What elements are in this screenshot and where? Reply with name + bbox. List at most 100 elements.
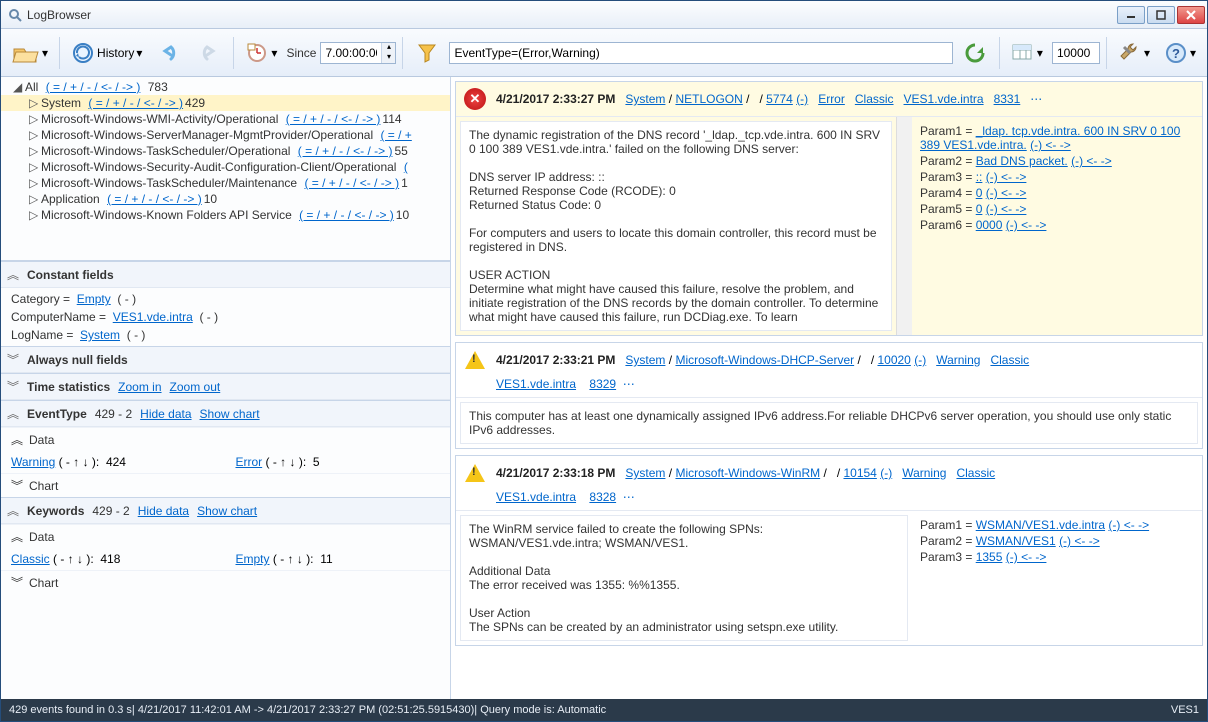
param-value[interactable]: 0000 [976,218,1003,232]
tree[interactable]: ◢ All ( = / + / - / <- / -> ) 783 ▷ Syst… [1,77,450,261]
event-card[interactable]: 4/21/2017 2:33:21 PMSystem / Microsoft-W… [455,342,1203,449]
param-ops[interactable]: (-) <- -> [1108,518,1149,532]
event-record[interactable]: 8329 [589,377,616,391]
param-ops[interactable]: (-) <- -> [1006,550,1047,564]
param-value[interactable]: 0 [976,202,983,216]
error-link[interactable]: Error [236,455,263,469]
event-level[interactable]: Warning [902,466,946,480]
tree-item[interactable]: ▷ Microsoft-Windows-Security-Audit-Confi… [1,159,450,175]
event-level[interactable]: Warning [936,353,980,367]
tree-ops[interactable]: ( = / + / - / <- / -> ) [304,176,399,190]
event-id[interactable]: 5774 [766,92,793,106]
event-computer[interactable]: VES1.vde.intra [496,377,576,391]
event-source[interactable]: System [625,92,665,106]
warning-link[interactable]: Warning [11,455,55,469]
param-ops[interactable]: (-) <- -> [1059,534,1100,548]
panel-header[interactable]: ︾Always null fields [1,347,450,373]
tree-item[interactable]: ▷ Microsoft-Windows-TaskScheduler/Operat… [1,143,450,159]
event-id-ops[interactable]: (-) [796,92,808,106]
time-range-button[interactable]: ▾ [240,35,282,71]
close-button[interactable] [1177,6,1205,24]
open-button[interactable]: ▾ [7,35,53,71]
param-value[interactable]: 1355 [976,550,1003,564]
show-chart-link[interactable]: Show chart [197,504,257,518]
event-provider[interactable]: Microsoft-Windows-DHCP-Server [675,353,854,367]
tree-item[interactable]: ▷ Application ( = / + / - / <- / -> ) 10 [1,191,450,207]
param-ops[interactable]: (-) <- -> [1030,138,1071,152]
event-id-ops[interactable]: (-) [914,353,926,367]
param-value[interactable]: 0 [976,186,983,200]
param-ops[interactable]: (-) <- -> [986,186,1027,200]
scrollbar[interactable] [896,117,912,335]
param-ops[interactable]: (-) <- -> [1006,218,1047,232]
category-value[interactable]: Empty [77,292,111,306]
event-keyword[interactable]: Classic [956,466,995,480]
tree-item[interactable]: ▷ Microsoft-Windows-TaskScheduler/Mainte… [1,175,450,191]
param-ops[interactable]: (-) <- -> [1071,154,1112,168]
redo-button[interactable] [191,35,227,71]
event-provider[interactable]: NETLOGON [675,92,742,106]
event-keyword[interactable]: Classic [990,353,1029,367]
logname-value[interactable]: System [80,328,120,342]
tree-item[interactable]: ▷ Microsoft-Windows-ServerManager-MgmtPr… [1,127,450,143]
tree-ops[interactable]: ( = / + / - / <- / -> ) [286,112,381,126]
param-value[interactable]: Bad DNS packet. [976,154,1068,168]
refresh-button[interactable] [957,35,993,71]
event-record[interactable]: 8331 [994,92,1021,106]
panel-header[interactable]: ︽ EventType 429 - 2 Hide data Show chart [1,401,450,427]
param-value[interactable]: WSMAN/VES1.vde.intra [976,518,1105,532]
empty-link[interactable]: Empty [236,552,270,566]
event-id[interactable]: 10154 [843,466,876,480]
filter-input[interactable] [449,42,952,64]
event-source[interactable]: System [625,466,665,480]
show-chart-link[interactable]: Show chart [200,407,260,421]
tree-root[interactable]: ◢ All ( = / + / - / <- / -> ) 783 [1,79,450,95]
history-button[interactable]: History ▾ [66,35,147,71]
filter-button[interactable] [409,35,445,71]
event-id[interactable]: 10020 [877,353,910,367]
event-provider[interactable]: Microsoft-Windows-WinRM [675,466,820,480]
tree-item[interactable]: ▷ System ( = / + / - / <- / -> ) 429 [1,95,450,111]
spin-up-icon[interactable]: ▴ [381,43,395,53]
columns-button[interactable]: ▾ [1006,35,1048,71]
panel-header[interactable]: ︽ Keywords 429 - 2 Hide data Show chart [1,498,450,524]
maximize-button[interactable] [1147,6,1175,24]
param-ops[interactable]: (-) <- -> [986,202,1027,216]
computer-value[interactable]: VES1.vde.intra [113,310,193,324]
help-button[interactable]: ? ▾ [1159,35,1201,71]
more-icon[interactable]: ⋯ [623,490,636,504]
minimize-button[interactable] [1117,6,1145,24]
param-ops[interactable]: (-) <- -> [986,170,1027,184]
event-keyword[interactable]: Classic [855,92,894,106]
tools-button[interactable]: ▾ [1113,35,1155,71]
event-level[interactable]: Error [818,92,845,106]
undo-button[interactable] [151,35,187,71]
panel-header[interactable]: ︽Constant fields [1,262,450,288]
tree-ops[interactable]: ( = / + / - / <- / -> ) [299,208,394,222]
event-record[interactable]: 8328 [589,490,616,504]
event-list[interactable]: ✕4/21/2017 2:33:27 PMSystem / NETLOGON /… [451,77,1207,699]
event-card[interactable]: 4/21/2017 2:33:18 PMSystem / Microsoft-W… [455,455,1203,646]
tree-item[interactable]: ▷ Microsoft-Windows-Known Folders API Se… [1,207,450,223]
event-id-ops[interactable]: (-) [880,466,892,480]
tree-ops[interactable]: ( = / + / - / <- / -> ) [298,144,393,158]
spin-down-icon[interactable]: ▾ [381,53,395,63]
tree-ops[interactable]: ( = / + / - / <- / -> ) [88,96,183,110]
param-value[interactable]: WSMAN/VES1 [976,534,1056,548]
event-source[interactable]: System [625,353,665,367]
classic-link[interactable]: Classic [11,552,50,566]
hide-data-link[interactable]: Hide data [140,407,191,421]
hide-data-link[interactable]: Hide data [138,504,189,518]
panel-header[interactable]: ︾Time statistics Zoom in Zoom out [1,374,450,400]
since-input[interactable] [321,43,381,63]
zoom-in-link[interactable]: Zoom in [118,380,161,394]
tree-ops[interactable]: ( = / + / - / <- / -> ) [107,192,202,206]
tree-item[interactable]: ▷ Microsoft-Windows-WMI-Activity/Operati… [1,111,450,127]
zoom-out-link[interactable]: Zoom out [170,380,221,394]
event-card[interactable]: ✕4/21/2017 2:33:27 PMSystem / NETLOGON /… [455,81,1203,336]
tree-ops[interactable]: ( = / + [380,128,411,142]
param-value[interactable]: :: [976,170,983,184]
more-icon[interactable]: ⋯ [623,377,636,391]
event-computer[interactable]: VES1.vde.intra [496,490,576,504]
limit-input[interactable] [1052,42,1100,64]
